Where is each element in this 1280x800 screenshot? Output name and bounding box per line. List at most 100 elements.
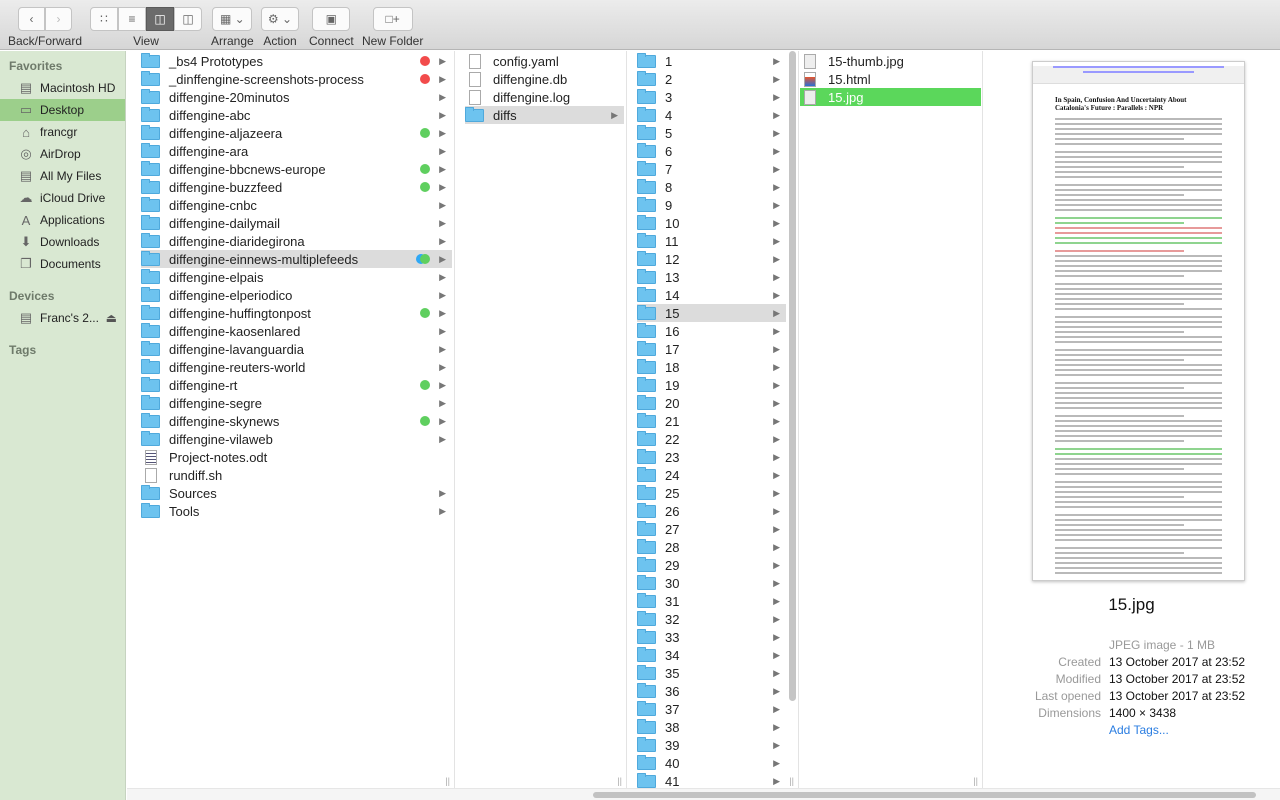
disclosure-arrow-icon[interactable]: ▶ [439,218,446,229]
disclosure-arrow-icon[interactable]: ▶ [773,218,780,229]
disclosure-arrow-icon[interactable]: ▶ [773,596,780,607]
list-item[interactable]: 15.jpg [800,88,981,106]
disclosure-arrow-icon[interactable]: ▶ [611,110,618,121]
disclosure-arrow-icon[interactable]: ▶ [773,632,780,643]
disclosure-arrow-icon[interactable]: ▶ [773,182,780,193]
list-item[interactable]: 38 ▶ [637,718,786,736]
disclosure-arrow-icon[interactable]: ▶ [773,272,780,283]
disclosure-arrow-icon[interactable]: ▶ [439,326,446,337]
disclosure-arrow-icon[interactable]: ▶ [439,272,446,283]
list-item[interactable]: 25 ▶ [637,484,786,502]
list-item[interactable]: _bs4 Prototypes ▶ [141,52,452,70]
list-item[interactable]: 17 ▶ [637,340,786,358]
disclosure-arrow-icon[interactable]: ▶ [773,146,780,157]
list-item[interactable]: diffengine-diaridegirona ▶ [141,232,452,250]
list-item[interactable]: diffengine-cnbc ▶ [141,196,452,214]
list-item[interactable]: diffengine-vilaweb ▶ [141,430,452,448]
sidebar-item-desktop[interactable]: ▭ Desktop [0,99,125,121]
disclosure-arrow-icon[interactable]: ▶ [439,416,446,427]
connect-button[interactable]: ▣ [312,7,351,31]
list-item[interactable]: 10 ▶ [637,214,786,232]
disclosure-arrow-icon[interactable]: ▶ [439,362,446,373]
vertical-scrollbar[interactable] [788,51,797,701]
list-item[interactable]: 15 ▶ [637,304,786,322]
list-item[interactable]: Tools ▶ [141,502,452,520]
column-resize-handle[interactable]: || [973,776,978,786]
list-item[interactable]: 34 ▶ [637,646,786,664]
horizontal-scrollbar[interactable] [127,788,1280,800]
disclosure-arrow-icon[interactable]: ▶ [773,200,780,211]
disclosure-arrow-icon[interactable]: ▶ [773,758,780,769]
disclosure-arrow-icon[interactable]: ▶ [773,488,780,499]
list-item[interactable]: Sources ▶ [141,484,452,502]
list-item[interactable]: diffengine-aljazeera ▶ [141,124,452,142]
disclosure-arrow-icon[interactable]: ▶ [439,290,446,301]
icon-view-button[interactable]: ∷ [90,7,118,31]
add-tags-link[interactable]: Add Tags... [1109,723,1169,737]
disclosure-arrow-icon[interactable]: ▶ [773,290,780,301]
list-item[interactable]: 32 ▶ [637,610,786,628]
list-item[interactable]: diffengine-bbcnews-europe ▶ [141,160,452,178]
column-resize-handle[interactable]: || [789,776,794,786]
list-item[interactable]: diffengine-einnews-multiplefeeds ▶ [141,250,452,268]
disclosure-arrow-icon[interactable]: ▶ [439,146,446,157]
disclosure-arrow-icon[interactable]: ▶ [773,398,780,409]
disclosure-arrow-icon[interactable]: ▶ [773,542,780,553]
disclosure-arrow-icon[interactable]: ▶ [773,560,780,571]
sidebar-item-franc-s-2-[interactable]: ▤ Franc's 2... ⏏ [0,307,125,329]
sidebar-item-applications[interactable]: A Applications [0,209,125,231]
list-item[interactable]: 29 ▶ [637,556,786,574]
arrange-button[interactable]: ▦ ⌄ [212,7,253,31]
sidebar-item-francgr[interactable]: ⌂ francgr [0,121,125,143]
list-item[interactable]: diffengine-buzzfeed ▶ [141,178,452,196]
disclosure-arrow-icon[interactable]: ▶ [773,326,780,337]
list-item[interactable]: 1 ▶ [637,52,786,70]
list-item[interactable]: diffengine-skynews ▶ [141,412,452,430]
disclosure-arrow-icon[interactable]: ▶ [439,56,446,67]
disclosure-arrow-icon[interactable]: ▶ [773,524,780,535]
list-item[interactable]: 6 ▶ [637,142,786,160]
sidebar-item-downloads[interactable]: ⬇ Downloads [0,231,125,253]
disclosure-arrow-icon[interactable]: ▶ [439,236,446,247]
list-item[interactable]: diffengine-abc ▶ [141,106,452,124]
list-item[interactable]: 16 ▶ [637,322,786,340]
list-item[interactable]: diffengine.log [465,88,624,106]
list-item[interactable]: _dinffengine-screenshots-process ▶ [141,70,452,88]
disclosure-arrow-icon[interactable]: ▶ [773,92,780,103]
disclosure-arrow-icon[interactable]: ▶ [773,74,780,85]
disclosure-arrow-icon[interactable]: ▶ [439,434,446,445]
disclosure-arrow-icon[interactable]: ▶ [773,362,780,373]
list-item[interactable]: 5 ▶ [637,124,786,142]
list-item[interactable]: 22 ▶ [637,430,786,448]
disclosure-arrow-icon[interactable]: ▶ [773,308,780,319]
list-item[interactable]: Project-notes.odt [141,448,452,466]
list-item[interactable]: 19 ▶ [637,376,786,394]
disclosure-arrow-icon[interactable]: ▶ [439,344,446,355]
disclosure-arrow-icon[interactable]: ▶ [773,110,780,121]
list-item[interactable]: diffengine.db [465,70,624,88]
sidebar-item-all-my-files[interactable]: ▤ All My Files [0,165,125,187]
action-button[interactable]: ⚙ ⌄ [261,7,299,31]
list-item[interactable]: diffengine-dailymail ▶ [141,214,452,232]
list-item[interactable]: 21 ▶ [637,412,786,430]
forward-button[interactable]: › [45,7,73,31]
list-item[interactable]: 7 ▶ [637,160,786,178]
disclosure-arrow-icon[interactable]: ▶ [773,668,780,679]
disclosure-arrow-icon[interactable]: ▶ [439,74,446,85]
sidebar-item-documents[interactable]: ❐ Documents [0,253,125,275]
scrollbar-thumb[interactable] [593,792,1256,798]
disclosure-arrow-icon[interactable]: ▶ [439,92,446,103]
disclosure-arrow-icon[interactable]: ▶ [773,614,780,625]
list-item[interactable]: 11 ▶ [637,232,786,250]
list-item[interactable]: 18 ▶ [637,358,786,376]
disclosure-arrow-icon[interactable]: ▶ [439,308,446,319]
list-item[interactable]: diffengine-lavanguardia ▶ [141,340,452,358]
list-item[interactable]: diffengine-rt ▶ [141,376,452,394]
disclosure-arrow-icon[interactable]: ▶ [773,344,780,355]
list-item[interactable]: 3 ▶ [637,88,786,106]
list-item[interactable]: 39 ▶ [637,736,786,754]
list-item[interactable]: 36 ▶ [637,682,786,700]
list-item[interactable]: 15.html [800,70,981,88]
disclosure-arrow-icon[interactable]: ▶ [773,506,780,517]
back-button[interactable]: ‹ [18,7,46,31]
